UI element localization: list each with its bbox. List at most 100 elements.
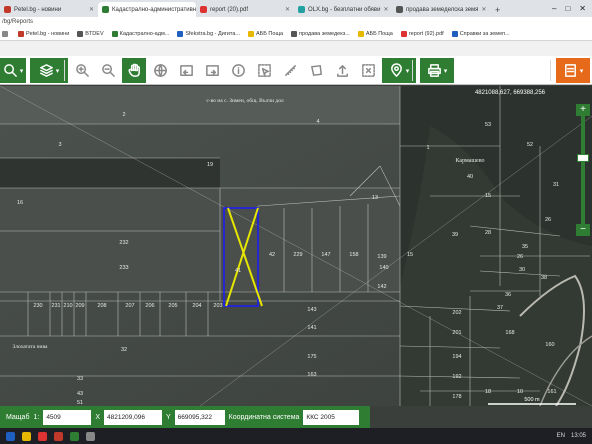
parcel-number-label[interactable]: 143 xyxy=(307,307,316,313)
parcel-number-label[interactable]: 160 xyxy=(545,342,554,348)
parcel-number-label[interactable]: 10 xyxy=(517,389,523,395)
print-button[interactable]: ▾ xyxy=(420,58,454,83)
parcel-number-label[interactable]: 206 xyxy=(145,303,154,309)
taskbar-app-icon[interactable] xyxy=(86,431,95,441)
parcel-number-label[interactable]: 16 xyxy=(17,200,23,206)
parcel-number-label[interactable]: 230 xyxy=(33,303,42,309)
zoom-slider-handle[interactable] xyxy=(577,154,589,162)
zoom-in-button[interactable] xyxy=(70,58,94,83)
bookmark-item[interactable]: Справки за земеп... xyxy=(451,31,510,37)
upload-button[interactable] xyxy=(330,58,354,83)
taskbar-app-icon[interactable] xyxy=(54,431,63,441)
parcel-number-label[interactable]: 43 xyxy=(77,391,83,397)
measure-distance-button[interactable] xyxy=(278,58,302,83)
parcel-number-label[interactable]: 41 xyxy=(235,268,241,274)
parcel-number-label[interactable]: 52 xyxy=(527,142,533,148)
browser-tab[interactable]: report (20).pdf ✕ xyxy=(196,2,294,17)
tab-close-icon[interactable]: ✕ xyxy=(285,6,290,13)
parcel-number-label[interactable]: 209 xyxy=(75,303,84,309)
pan-button[interactable] xyxy=(122,58,146,83)
bookmark-item[interactable]: АББ Поща xyxy=(248,31,283,37)
parcel-number-label[interactable]: 13 xyxy=(372,195,378,201)
parcel-number-label[interactable]: 175 xyxy=(307,354,316,360)
x-coordinate-field[interactable]: 4821209,096 xyxy=(103,409,162,425)
parcel-number-label[interactable]: 163 xyxy=(307,372,316,378)
parcel-number-label[interactable]: 232 xyxy=(119,240,128,246)
maximize-button[interactable]: □ xyxy=(565,4,570,13)
browser-tab[interactable]: Petel.bg - новини ✕ xyxy=(0,2,98,17)
parcel-number-label[interactable]: 15 xyxy=(407,252,413,258)
parcel-number-label[interactable]: 33 xyxy=(77,376,83,382)
parcel-number-label[interactable]: 18 xyxy=(485,389,491,395)
address-bar[interactable]: /bg/Reports xyxy=(0,17,592,28)
parcel-number-label[interactable]: 139 xyxy=(377,254,386,260)
parcel-number-label[interactable]: 40 xyxy=(467,174,473,180)
location-button[interactable]: ▾ xyxy=(382,58,416,83)
taskbar-app-icon[interactable] xyxy=(70,431,79,441)
parcel-number-label[interactable]: 168 xyxy=(505,330,514,336)
y-coordinate-field[interactable]: 669095,322 xyxy=(174,409,225,425)
info-button[interactable] xyxy=(226,58,250,83)
clock[interactable]: 13:05 xyxy=(571,433,586,439)
clear-selection-button[interactable] xyxy=(356,58,380,83)
bookmark-item[interactable]: продава земедекз... xyxy=(291,31,350,37)
new-tab-button[interactable]: + xyxy=(490,5,505,17)
select-parcel-button[interactable] xyxy=(252,58,276,83)
language-indicator[interactable]: EN xyxy=(557,433,565,439)
bookmark-item[interactable] xyxy=(2,31,10,37)
taskbar-app-icon[interactable] xyxy=(6,431,15,441)
parcel-number-label[interactable]: 2 xyxy=(122,112,125,118)
globe-button[interactable] xyxy=(148,58,172,83)
layers-button[interactable]: ▾ xyxy=(30,58,68,83)
parcel-number-label[interactable]: 233 xyxy=(119,265,128,271)
taskbar-app-icon[interactable] xyxy=(38,431,47,441)
parcel-number-label[interactable]: 204 xyxy=(192,303,201,309)
parcel-number-label[interactable]: 140 xyxy=(379,265,388,271)
bookmark-item[interactable]: report (92).pdf xyxy=(400,31,444,37)
parcel-number-label[interactable]: 205 xyxy=(168,303,177,309)
parcel-number-label[interactable]: 207 xyxy=(125,303,134,309)
bookmark-item[interactable]: АББ Поща xyxy=(357,31,393,37)
minimize-button[interactable]: – xyxy=(552,4,556,13)
zoom-track[interactable] xyxy=(581,116,585,224)
bookmark-item[interactable]: Sfekstra.bg - Дигита... xyxy=(177,31,240,37)
parcel-number-label[interactable]: 208 xyxy=(97,303,106,309)
bookmark-item[interactable]: BTDEV xyxy=(77,31,104,37)
parcel-number-label[interactable]: 31 xyxy=(553,182,559,188)
browser-tab[interactable]: Кадастрално-административна ✕ xyxy=(98,2,196,17)
zoom-minus-button[interactable]: − xyxy=(576,224,590,236)
parcel-number-label[interactable]: 192 xyxy=(452,374,461,380)
map-canvas[interactable]: 234113 1516192322332815312630263536373839… xyxy=(0,86,592,406)
parcel-number-label[interactable]: 3 xyxy=(58,142,61,148)
parcel-number-label[interactable]: 231 xyxy=(51,303,60,309)
parcel-number-label[interactable]: 1 xyxy=(426,145,429,151)
zoom-out-button[interactable] xyxy=(96,58,120,83)
parcel-number-label[interactable]: 202 xyxy=(452,310,461,316)
parcel-number-label[interactable]: 32 xyxy=(121,347,127,353)
tab-close-icon[interactable]: ✕ xyxy=(89,6,94,13)
parcel-number-label[interactable]: 203 xyxy=(213,303,222,309)
parcel-number-label[interactable]: 210 xyxy=(63,303,72,309)
parcel-number-label[interactable]: 147 xyxy=(321,252,330,258)
cadastral-map[interactable]: 2 3 4 1 13 15 16 19 232 233 28 15 31 26 30 26 35 36 37 38 39… xyxy=(0,86,592,406)
parcel-number-label[interactable]: 26 xyxy=(545,217,551,223)
close-window-button[interactable]: ✕ xyxy=(579,4,586,13)
tab-close-icon[interactable]: ✕ xyxy=(481,6,486,13)
coordinate-system-select[interactable]: ККС 2005 xyxy=(303,409,360,425)
scale-input[interactable]: 4509 xyxy=(43,409,92,425)
parcel-number-label[interactable]: 39 xyxy=(452,232,458,238)
parcel-number-label[interactable]: 36 xyxy=(505,292,511,298)
parcel-number-label[interactable]: 19 xyxy=(207,162,213,168)
parcel-number-label[interactable]: 53 xyxy=(485,122,491,128)
parcel-number-label[interactable]: 42 xyxy=(269,252,275,258)
parcel-number-label[interactable]: 28 xyxy=(485,230,491,236)
parcel-number-label[interactable]: 15 xyxy=(485,193,491,199)
parcel-number-label[interactable]: 4 xyxy=(316,119,319,125)
parcel-number-label[interactable]: 178 xyxy=(452,394,461,400)
parcel-number-label[interactable]: 201 xyxy=(452,330,461,336)
parcel-number-label[interactable]: 161 xyxy=(547,389,556,395)
parcel-number-label[interactable]: 141 xyxy=(307,325,316,331)
browser-tab[interactable]: продава земеделска земя ✕ xyxy=(392,2,490,17)
forward-extent-button[interactable] xyxy=(200,58,224,83)
parcel-number-label[interactable]: 37 xyxy=(497,305,503,311)
